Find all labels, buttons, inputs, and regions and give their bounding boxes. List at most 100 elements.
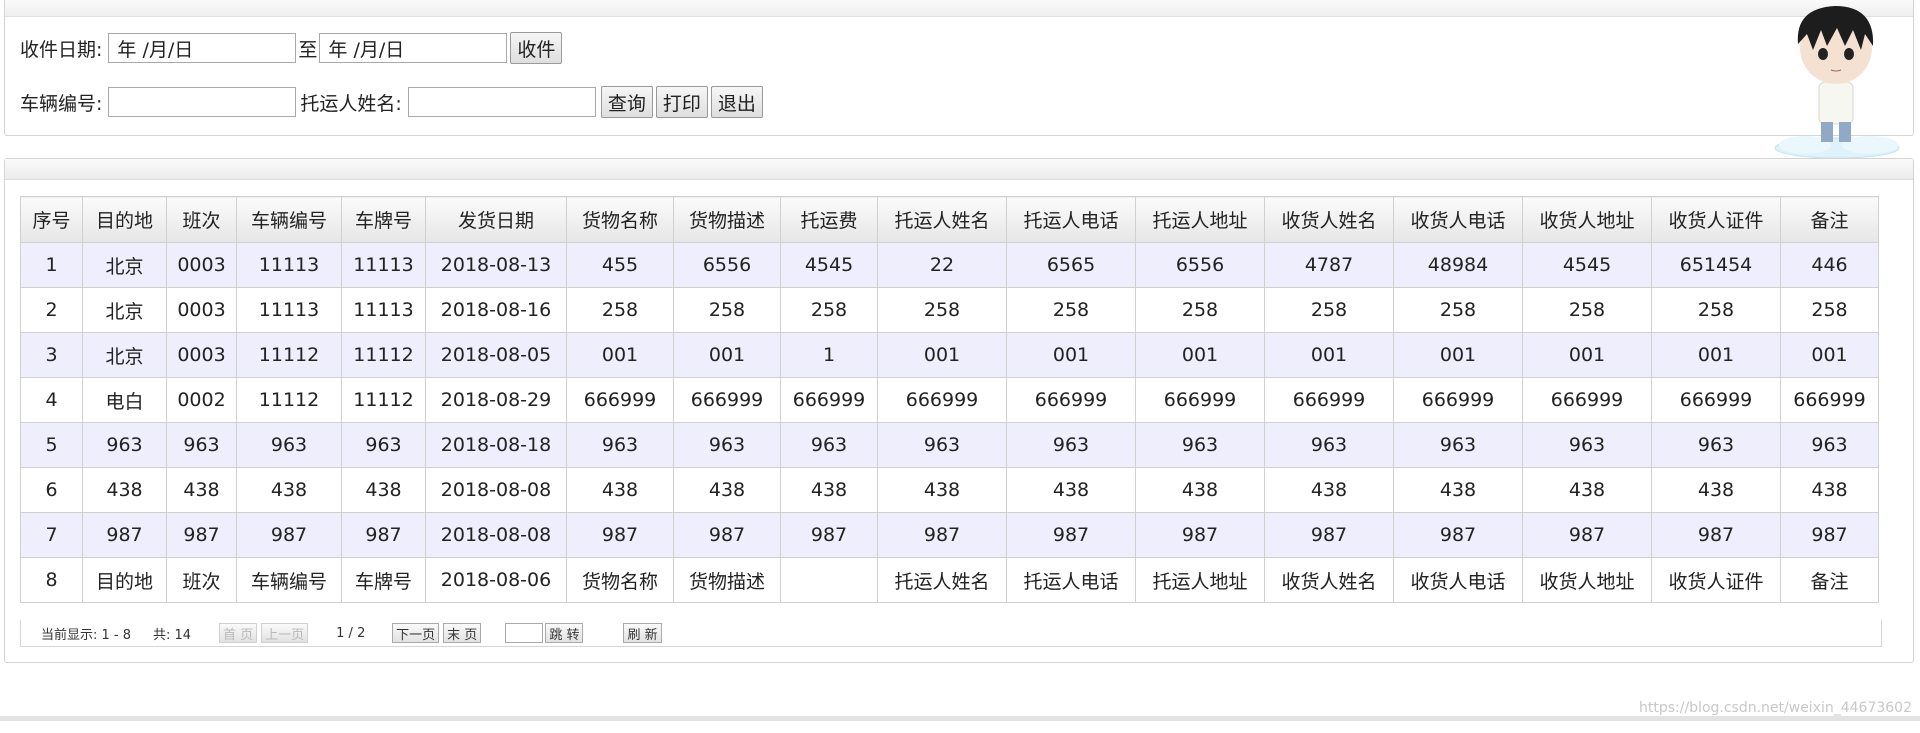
table-cell: 001 (1780, 332, 1879, 378)
table-cell: 2018-08-08 (425, 512, 567, 558)
table-header-row: 序号 目的地 班次 车辆编号 车牌号 发货日期 货物名称 货物描述 托运费 托运人姓名 托运人电话托… (20, 196, 1879, 243)
refresh-button[interactable]: 刷 新 (623, 623, 662, 643)
table-cell: 963 (1780, 422, 1879, 468)
vehicle-number-input[interactable] (108, 87, 297, 117)
column-header[interactable]: 货物描述 (673, 196, 781, 243)
next-page-button[interactable]: 下一页 (392, 623, 440, 643)
pager-showing: 当前显示: 1 - 8 (41, 627, 132, 643)
column-header[interactable]: 发货日期 (425, 196, 567, 243)
table-cell: 2018-08-08 (425, 467, 567, 513)
print-button[interactable]: 打印 (655, 86, 708, 118)
table-cell: 11113 (341, 242, 426, 288)
column-header[interactable]: 收货人地址 (1522, 196, 1652, 243)
shipper-name-input[interactable] (407, 87, 596, 117)
column-header[interactable]: 序号 (20, 196, 83, 243)
table-cell (780, 557, 878, 603)
data-grid-panel: 序号 目的地 班次 车辆编号 车牌号 发货日期 货物名称 货物描述 托运费 托运人姓名 托运人电话托… (4, 158, 1914, 663)
receive-date-row: 收件日期: 年 /月/日 至 年 /月/日 收件 (20, 32, 563, 64)
table-cell: 8 (20, 557, 83, 603)
table-cell: 963 (877, 422, 1007, 468)
jump-page-input[interactable] (505, 623, 544, 643)
table-cell: 987 (1780, 512, 1879, 558)
table-cell: 目的地 (82, 557, 167, 603)
table-cell: 438 (1651, 467, 1781, 513)
table-cell: 7 (20, 512, 83, 558)
table-cell: 4545 (780, 242, 878, 288)
table-cell: 电白 (82, 377, 167, 423)
table-cell: 963 (1264, 422, 1394, 468)
table-cell: 438 (673, 467, 781, 513)
table-row[interactable]: 5 963 963 963 963 2018-08-18 963 963 963 963 963 96… (20, 422, 1879, 468)
table-cell: 2 (20, 287, 83, 333)
table-cell: 11112 (341, 332, 426, 378)
table-row[interactable]: 2 北京 0003 11113 11113 2018-08-16 258 258 258 258 2… (20, 287, 1879, 333)
table-cell: 963 (780, 422, 878, 468)
table-cell: 1 (20, 242, 83, 288)
table-cell: 987 (1135, 512, 1265, 558)
column-header[interactable]: 收货人电话 (1393, 196, 1523, 243)
table-row[interactable]: 7 987 987 987 987 2018-08-08 987 987 987 987 987 98… (20, 512, 1879, 558)
query-button[interactable]: 查询 (600, 86, 653, 118)
table-cell: 备注 (1780, 557, 1879, 603)
first-page-button[interactable]: 首 页 (219, 623, 258, 643)
mascot-image (1774, 6, 1900, 159)
column-header[interactable]: 班次 (166, 196, 237, 243)
column-header[interactable]: 托运人姓名 (877, 196, 1007, 243)
jump-button[interactable]: 跳 转 (545, 623, 584, 643)
table-cell: 托运人地址 (1135, 557, 1265, 603)
table-cell: 11112 (236, 377, 342, 423)
table-cell: 963 (82, 422, 167, 468)
table-cell: 666999 (673, 377, 781, 423)
last-page-button[interactable]: 末 页 (443, 623, 482, 643)
table-row[interactable]: 4 电白 0002 11112 11112 2018-08-29 666999 666999 6… (20, 377, 1879, 423)
table-cell: 438 (1135, 467, 1265, 513)
column-header[interactable]: 车牌号 (341, 196, 426, 243)
shipment-table: 序号 目的地 班次 车辆编号 车牌号 发货日期 货物名称 货物描述 托运费 托运人姓名 托运人电话托… (20, 196, 1879, 603)
table-cell: 2018-08-06 (425, 557, 567, 603)
table-cell: 北京 (82, 242, 167, 288)
table-row[interactable]: 3 北京 0003 11112 11112 2018-08-05 001 001 1 001 001… (20, 332, 1879, 378)
table-cell: 666999 (566, 377, 674, 423)
column-header[interactable]: 收货人证件 (1651, 196, 1781, 243)
table-cell: 446 (1780, 242, 1879, 288)
column-header[interactable]: 收货人姓名 (1264, 196, 1394, 243)
table-cell: 001 (566, 332, 674, 378)
table-cell: 托运人电话 (1006, 557, 1136, 603)
table-cell: 22 (877, 242, 1007, 288)
table-cell: 987 (780, 512, 878, 558)
column-header[interactable]: 目的地 (82, 196, 167, 243)
table-cell: 666999 (1135, 377, 1265, 423)
table-cell: 001 (1393, 332, 1523, 378)
table-cell: 4545 (1522, 242, 1652, 288)
prev-page-button[interactable]: 上一页 (261, 623, 309, 643)
column-header[interactable]: 货物名称 (566, 196, 674, 243)
table-cell: 666999 (780, 377, 878, 423)
column-header[interactable]: 托运费 (780, 196, 878, 243)
date-from-input[interactable]: 年 /月/日 (108, 33, 297, 63)
table-cell: 987 (877, 512, 1007, 558)
column-header[interactable]: 车辆编号 (236, 196, 342, 243)
table-cell: 001 (1522, 332, 1652, 378)
table-cell: 北京 (82, 287, 167, 333)
exit-button[interactable]: 退出 (710, 86, 763, 118)
column-header[interactable]: 托运人地址 (1135, 196, 1265, 243)
date-to-input[interactable]: 年 /月/日 (319, 33, 508, 63)
table-cell: 0003 (166, 287, 237, 333)
column-header[interactable]: 托运人电话 (1006, 196, 1136, 243)
bottom-scroll-bar[interactable] (0, 716, 1920, 721)
table-cell: 987 (1006, 512, 1136, 558)
table-row[interactable]: 6 438 438 438 438 2018-08-08 438 438 438 438 438 43… (20, 467, 1879, 513)
table-cell: 651454 (1651, 242, 1781, 288)
column-header[interactable]: 备注 (1780, 196, 1879, 243)
table-cell: 438 (1264, 467, 1394, 513)
table-cell: 987 (1651, 512, 1781, 558)
receive-button[interactable]: 收件 (510, 32, 563, 64)
table-row[interactable]: 1 北京 0003 11113 11113 2018-08-13 455 6556 4545 22… (20, 242, 1879, 288)
table-row[interactable]: 8 目的地 班次 车辆编号 车牌号 2018-08-06 货物名称 货物描述 托运人姓名 托运人电… (20, 557, 1879, 603)
table-cell: 0002 (166, 377, 237, 423)
table-cell: 001 (673, 332, 781, 378)
search-panel: 收件日期: 年 /月/日 至 年 /月/日 收件 车辆编号: 托运人姓名: 查询… (4, 0, 1914, 136)
table-cell: 货物名称 (566, 557, 674, 603)
table-cell: 963 (1522, 422, 1652, 468)
pager-page-info: 1 / 2 (336, 625, 366, 641)
